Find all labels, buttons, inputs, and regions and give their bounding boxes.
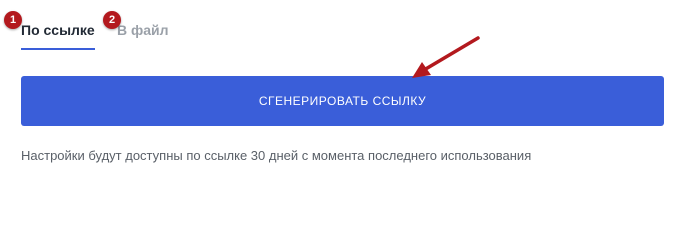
generate-link-button[interactable]: СГЕНЕРИРОВАТЬ ССЫЛКУ — [21, 76, 664, 126]
tab-to-file-label: В файл — [117, 22, 169, 38]
annotation-marker-1: 1 — [4, 11, 22, 29]
tab-by-link[interactable]: По ссылке — [21, 20, 95, 40]
tab-to-file[interactable]: В файл — [117, 20, 169, 40]
link-settings-info-text: Настройки будут доступны по ссылке 30 дн… — [21, 148, 532, 163]
active-tab-underline — [21, 48, 95, 50]
tab-by-link-label: По ссылке — [21, 22, 95, 38]
tab-bar: По ссылке В файл — [21, 20, 321, 52]
annotation-marker-2: 2 — [103, 11, 121, 29]
page: По ссылке В файл 1 2 СГЕНЕРИРОВАТЬ ССЫЛК… — [0, 0, 684, 203]
